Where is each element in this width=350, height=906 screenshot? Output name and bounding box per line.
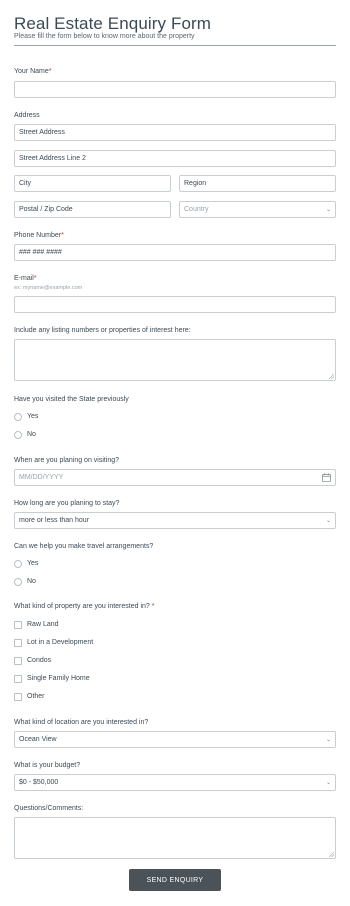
form-title: Real Estate Enquiry Form [14, 14, 212, 33]
region-placeholder: Region [184, 180, 207, 187]
header-divider [14, 45, 336, 46]
listings-textarea[interactable] [14, 339, 336, 381]
budget-label: What is your budget? [14, 762, 81, 769]
name-label: Your Name* [14, 68, 52, 75]
listings-label: Include any listing numbers or propertie… [14, 327, 191, 334]
property-single-family-label: Single Family Home [27, 675, 90, 682]
street-address-placeholder: Street Address [19, 129, 65, 136]
email-sublabel: ex: myname@example.com [14, 285, 83, 291]
name-label-text: Your Name [14, 68, 49, 75]
property-lot-checkbox[interactable] [14, 639, 22, 647]
required-mark: * [151, 603, 155, 610]
property-other-checkbox[interactable] [14, 693, 22, 701]
travel-no-label: No [27, 578, 36, 585]
chevron-down-icon: ⌄ [325, 518, 331, 524]
stay-label: How long are you planing to stay? [14, 500, 120, 507]
region-input[interactable]: Region [179, 175, 336, 192]
visited-yes-radio[interactable] [14, 413, 22, 421]
stay-select[interactable]: more or less than hour ⌄ [14, 512, 336, 529]
phone-placeholder: ### ### #### [19, 249, 62, 256]
comments-textarea[interactable] [14, 817, 336, 859]
property-label-text: What kind of property are you interested… [14, 603, 150, 610]
send-enquiry-button[interactable]: SEND ENQUIRY [129, 869, 221, 891]
name-input[interactable] [14, 81, 336, 98]
required-mark: * [48, 68, 52, 75]
chevron-down-icon: ⌄ [325, 737, 331, 743]
property-label: What kind of property are you interested… [14, 603, 154, 610]
visit-date-placeholder: MM/DD/YYYY [19, 474, 64, 481]
street-address-input[interactable]: Street Address [14, 124, 336, 141]
property-raw-land-checkbox[interactable] [14, 621, 22, 629]
resize-handle-icon[interactable] [329, 852, 334, 857]
phone-label: Phone Number* [14, 232, 64, 239]
travel-yes-label: Yes [27, 560, 39, 567]
chevron-down-icon: ⌄ [325, 207, 331, 213]
visited-no-label: No [27, 431, 36, 438]
visited-label: Have you visited the State previously [14, 396, 129, 403]
chevron-down-icon: ⌄ [325, 780, 331, 786]
postal-code-input[interactable]: Postal / Zip Code [14, 201, 171, 218]
postal-code-placeholder: Postal / Zip Code [19, 206, 73, 213]
visit-date-input[interactable]: MM/DD/YYYY [14, 469, 336, 486]
calendar-icon[interactable] [322, 473, 331, 482]
required-mark: * [61, 232, 64, 239]
required-mark: * [33, 275, 37, 282]
resize-handle-icon[interactable] [329, 374, 334, 379]
street-address-line2-input[interactable]: Street Address Line 2 [14, 150, 336, 167]
travel-no-radio[interactable] [14, 578, 22, 586]
budget-select[interactable]: $0 - $50,000 ⌄ [14, 774, 336, 791]
email-label-text: E-mail [14, 275, 34, 282]
property-raw-land-label: Raw Land [27, 621, 59, 628]
email-label: E-mail* [14, 275, 37, 282]
visited-yes-label: Yes [27, 413, 39, 420]
phone-label-text: Phone Number [14, 232, 62, 239]
form-subtitle: Please fill the form below to know more … [14, 33, 195, 40]
property-condos-checkbox[interactable] [14, 657, 22, 665]
travel-label: Can we help you make travel arrangements… [14, 543, 154, 550]
email-input[interactable] [14, 296, 336, 313]
location-selected-value: Ocean View [19, 736, 57, 743]
property-single-family-checkbox[interactable] [14, 675, 22, 683]
street-address-line2-placeholder: Street Address Line 2 [19, 155, 86, 162]
stay-selected-value: more or less than hour [19, 517, 90, 524]
city-placeholder: City [19, 180, 32, 187]
travel-yes-radio[interactable] [14, 560, 22, 568]
city-input[interactable]: City [14, 175, 171, 192]
property-lot-label: Lot in a Development [27, 639, 94, 646]
location-select[interactable]: Ocean View ⌄ [14, 731, 336, 748]
visit-date-label: When are you planing on visiting? [14, 457, 120, 464]
location-label: What kind of location are you interested… [14, 719, 149, 726]
property-other-label: Other [27, 693, 45, 700]
comments-label: Questions/Comments: [14, 805, 84, 812]
phone-input[interactable]: ### ### #### [14, 244, 336, 261]
address-label: Address [14, 112, 40, 119]
country-placeholder: Country [184, 206, 209, 213]
budget-selected-value: $0 - $50,000 [19, 779, 59, 786]
country-select[interactable]: Country ⌄ [179, 201, 336, 218]
visited-no-radio[interactable] [14, 431, 22, 439]
property-condos-label: Condos [27, 657, 52, 664]
